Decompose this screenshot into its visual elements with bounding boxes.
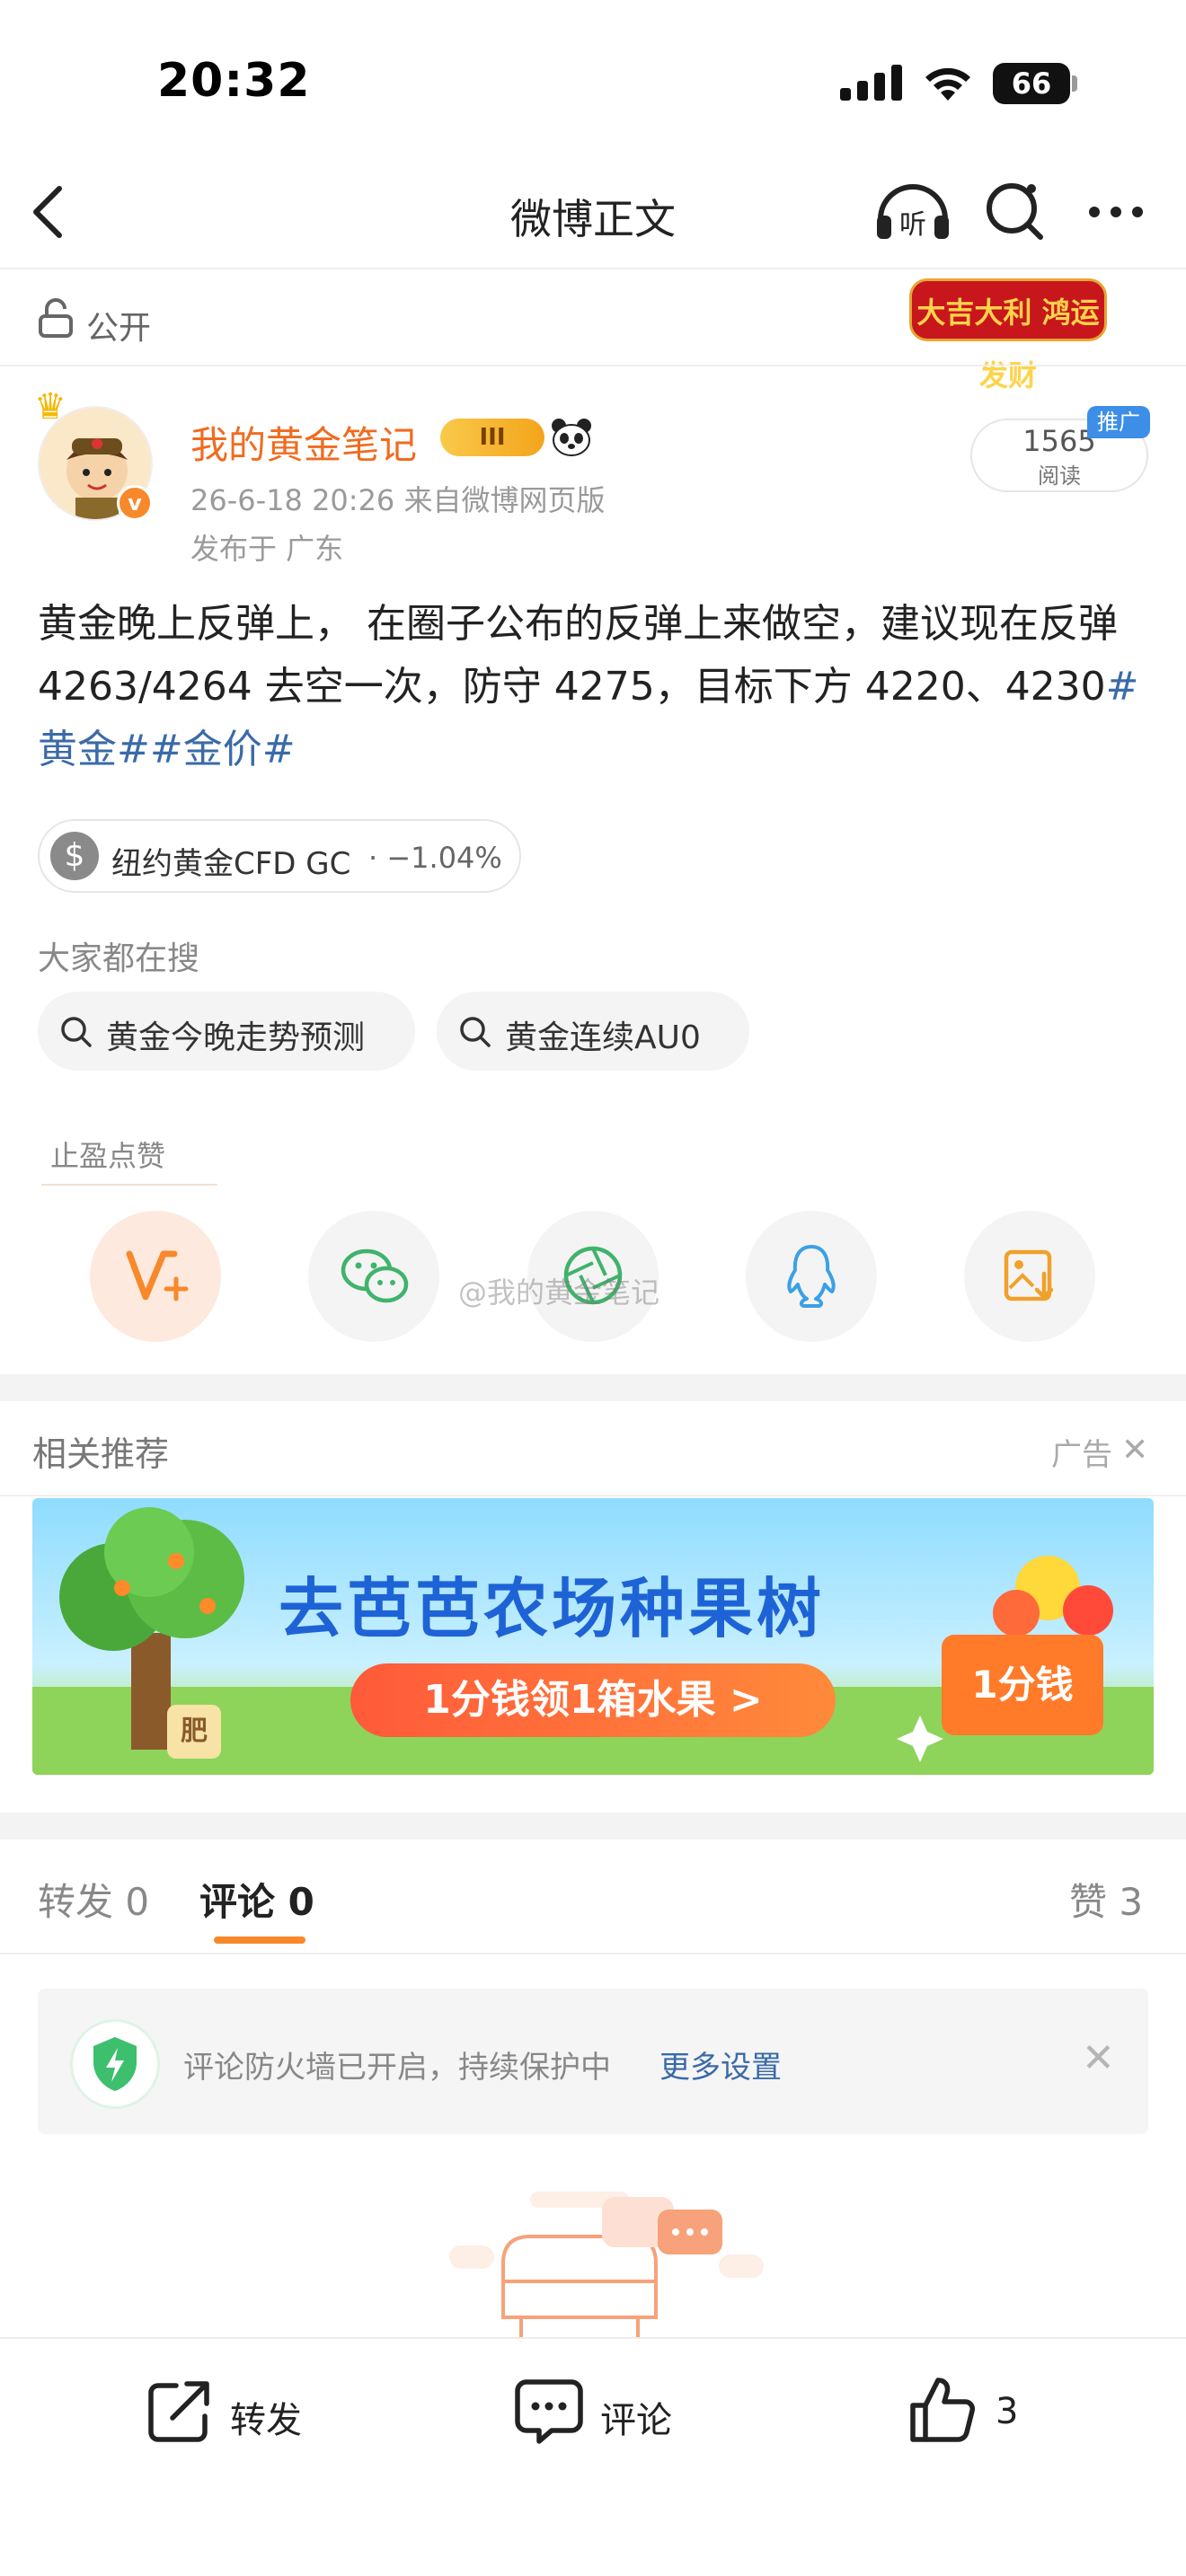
shield-icon [93,2037,137,2091]
crown-icon: ♛ [34,386,66,428]
ad-title: 去芭芭农场种果树 [279,1571,826,1646]
divider [0,1495,1186,1496]
divider [0,268,1186,269]
qq-icon [787,1245,836,1308]
like-hint: 止盈点赞 [50,1139,166,1173]
ad-fruit-box: 1分钱 [942,1635,1103,1735]
stock-name: 纽约黄金CFD GC [111,846,351,882]
ad-label: 广告 [1051,1437,1112,1473]
thumbs-up-icon[interactable] [907,2373,978,2445]
wifi-icon [925,67,970,101]
comment-icon[interactable] [514,2377,584,2447]
more-settings-link[interactable]: 更多设置 [659,2042,782,2086]
like-count: 3 [996,2391,1019,2432]
firewall-text: 评论防火墙已开启，持续保护中 [183,2050,611,2086]
search-icon[interactable] [981,178,1048,244]
listen-icon[interactable]: 听 [872,176,954,244]
like-hint-underline [41,1184,217,1186]
verified-icon: v [117,485,153,521]
post-meta: 26-6-18 20:26 来自微博网页版 [190,483,606,517]
repost-button-label[interactable]: 转发 [230,2391,302,2443]
close-icon[interactable]: ✕ [1121,1432,1148,1469]
recommend-heading: 相关推荐 [32,1434,170,1474]
tab-comment[interactable]: 评论 0 [199,1872,314,1927]
section-gap [0,1813,1186,1839]
post-text: 黄金晚上反弹上， 在圈子公布的反弹上来做空，建议现在反弹 4263/4264 去… [38,593,1152,781]
battery-indicator: 66 [993,63,1070,104]
tab-like[interactable]: 赞 3 [1069,1872,1143,1927]
divider [0,1953,1186,1954]
author-name[interactable]: 我的黄金笔记 [190,415,417,470]
bottom-action-bar [0,2337,1186,2576]
fertilizer-tag: 肥 [167,1705,221,1759]
stock-change: · −1.04% [368,841,502,875]
search-icon [460,1017,491,1047]
reads-label: 阅读 [1038,463,1081,489]
save-image-icon [1004,1249,1054,1301]
search-chip-label: 黄金今晚走势预测 [106,1019,366,1056]
post-body-text: 黄金晚上反弹上， 在圈子公布的反弹上来做空，建议现在反弹 4263/4264 去… [38,601,1118,710]
search-heading: 大家都在搜 [38,940,200,977]
close-icon[interactable]: ✕ [1082,2035,1115,2081]
ad-cta-button[interactable]: 1分钱领1箱水果 > [350,1663,836,1737]
more-icon[interactable] [1087,205,1145,219]
status-time: 20:32 [157,54,311,108]
section-gap [0,1374,1186,1401]
repost-icon[interactable] [146,2377,214,2445]
panda-icon [552,419,591,456]
v-plus-icon [126,1250,189,1301]
visibility-label: 公开 [86,310,152,347]
divider [0,365,1186,366]
unlock-icon [39,298,73,338]
promo-tag: 推广 [1087,406,1150,438]
empty-sofa-illustration [449,2192,764,2337]
cell-signal-icon [840,65,902,101]
search-chip-label: 黄金连续AU0 [505,1019,701,1056]
post-location: 发布于 广东 [190,532,344,566]
comment-button-label[interactable]: 评论 [600,2391,672,2443]
vip-badge[interactable]: III [440,419,544,456]
wechat-icon [341,1248,409,1303]
battery-tip [1072,75,1077,92]
festival-banner[interactable]: 大吉大利 鸿运发财 [909,278,1107,393]
listen-label: 听 [899,209,926,241]
weibo-watermark: @我的黄金笔记 [458,1275,660,1310]
tab-repost[interactable]: 转发 0 [38,1872,149,1927]
dollar-icon: $ [50,832,99,880]
search-icon [61,1017,92,1047]
tab-active-indicator [214,1936,305,1944]
